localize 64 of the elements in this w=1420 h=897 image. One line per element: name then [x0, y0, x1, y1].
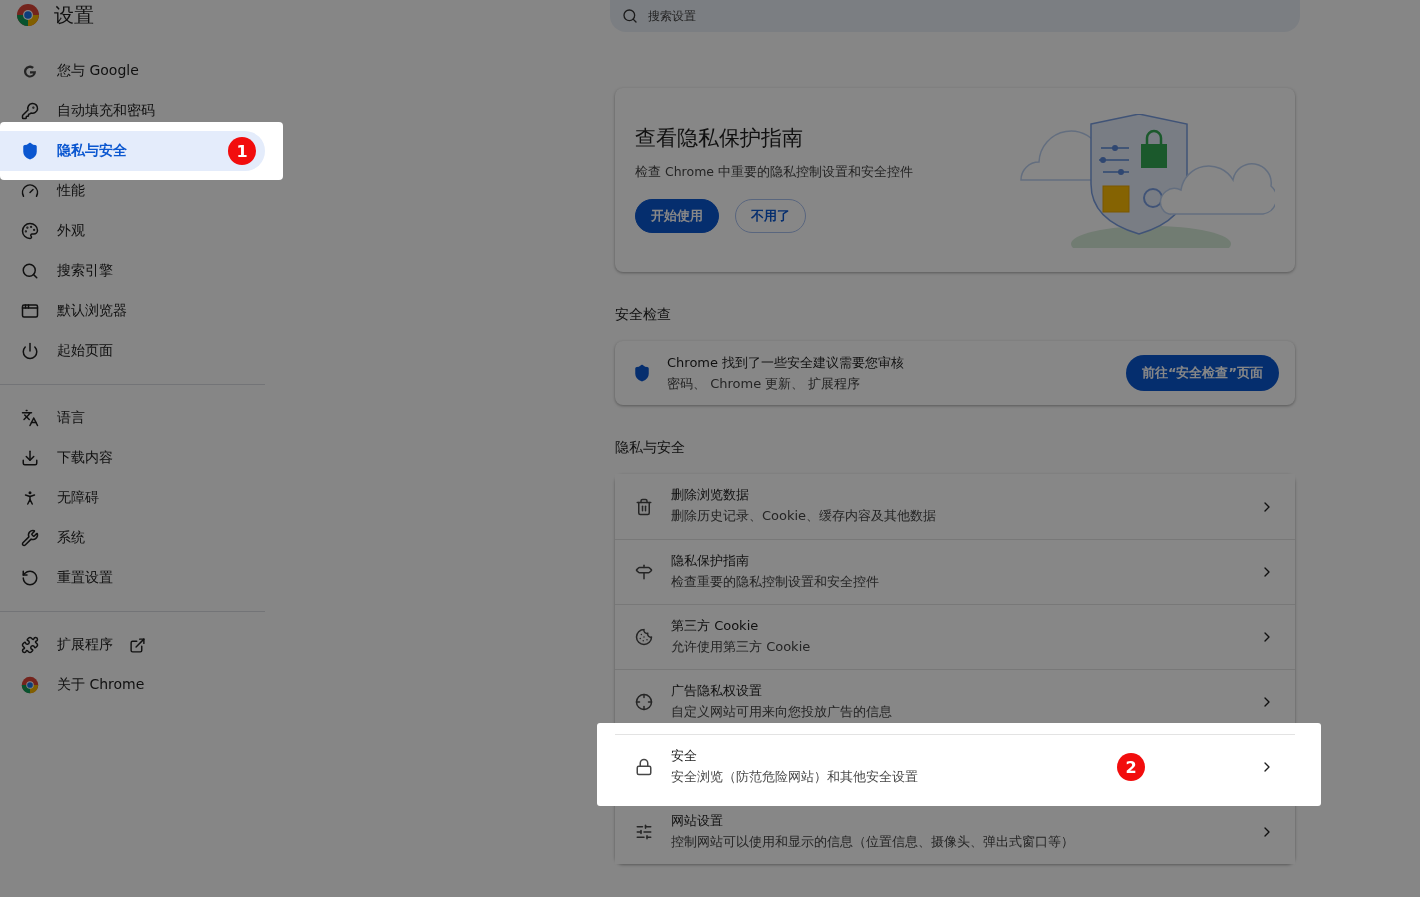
- section-heading: 隐私与安全: [615, 439, 686, 457]
- external-link-icon: [129, 636, 146, 654]
- lock-icon: [635, 758, 653, 776]
- chrome-logo: [16, 3, 40, 27]
- step-badge: 1: [228, 137, 256, 165]
- sidebar-item[interactable]: 您与 Google: [0, 51, 265, 91]
- sidebar-item[interactable]: 语言: [0, 398, 265, 438]
- shield-icon: [633, 364, 651, 382]
- sidebar-item[interactable]: 重置设置: [0, 558, 265, 598]
- search-input[interactable]: 搜索设置: [646, 8, 1288, 24]
- translate-icon: [21, 409, 39, 427]
- row-title: 广告隐私权设置: [671, 681, 763, 700]
- page-title: 设置: [54, 1, 94, 29]
- sidebar-item[interactable]: 下载内容: [0, 438, 265, 478]
- row-title: 删除浏览数据: [671, 486, 750, 504]
- row-subtitle: 控制网站可以使用和显示的信息（位置信息、摄像头、弹出式窗口等）: [671, 832, 1075, 851]
- step-badge: 2: [1117, 753, 1145, 781]
- card-title: 查看隐私保护指南: [635, 125, 804, 152]
- sidebar-item[interactable]: 起始页面: [0, 331, 265, 371]
- row-subtitle: 检查重要的隐私控制设置和安全控件: [671, 572, 880, 591]
- signpost-icon: [635, 563, 653, 581]
- sidebar-item[interactable]: 隐私与安全 1: [0, 131, 265, 171]
- puzzle-icon: [21, 636, 39, 654]
- row-subtitle: 删除历史记录、Cookie、缓存内容及其他数据: [671, 507, 938, 525]
- wrench-icon: [21, 529, 39, 547]
- row-title: 第三方 Cookie: [671, 616, 760, 635]
- reset-icon: [21, 569, 39, 587]
- cookie-icon: [635, 628, 653, 646]
- sidebar-item[interactable]: 无障碍: [0, 478, 265, 518]
- key-icon: [21, 102, 39, 120]
- sidebar-item[interactable]: 关于 Chrome: [0, 665, 265, 705]
- sidebar-item[interactable]: 搜索引擎: [0, 251, 265, 291]
- search-icon: [21, 262, 39, 280]
- card-description: 检查 Chrome 中重要的隐私控制设置和安全控件: [635, 164, 913, 181]
- window-icon: [21, 302, 39, 320]
- power-icon: [21, 342, 39, 360]
- start-button[interactable]: 开始使用: [635, 199, 719, 233]
- gauge-icon: [21, 182, 39, 200]
- settings-row[interactable]: 隐私保护指南 检查重要的隐私控制设置和安全控件: [615, 539, 1295, 604]
- safety-check-button[interactable]: 前往“安全检查”页面: [1125, 355, 1279, 391]
- shield-icon: [21, 142, 39, 160]
- row-subtitle: 允许使用第三方 Cookie: [671, 637, 812, 656]
- sidebar-item[interactable]: 扩展程序: [0, 625, 265, 665]
- sidebar-item[interactable]: 系统: [0, 518, 265, 558]
- dismiss-button[interactable]: 不用了: [735, 199, 806, 233]
- sidebar-item[interactable]: 外观: [0, 211, 265, 251]
- sliders-icon: [635, 823, 653, 841]
- settings-row[interactable]: 删除浏览数据 删除历史记录、Cookie、缓存内容及其他数据: [615, 474, 1295, 539]
- search-field[interactable]: 搜索设置: [610, 0, 1300, 32]
- trash-icon: [635, 497, 653, 516]
- palette-icon: [21, 222, 39, 240]
- download-icon: [21, 449, 39, 467]
- settings-row[interactable]: 第三方 Cookie 允许使用第三方 Cookie: [615, 604, 1295, 669]
- search-icon: [622, 8, 638, 24]
- row-subtitle: 自定义网站可用来向您投放广告的信息: [671, 702, 893, 721]
- section-heading: 安全检查: [615, 306, 672, 324]
- target-icon: [635, 693, 653, 711]
- row-title: 网站设置: [671, 811, 724, 830]
- safety-title: Chrome 找到了一些安全建议需要您审核: [667, 353, 906, 372]
- chrome-logo-icon: [21, 676, 39, 694]
- row-title: 安全: [671, 746, 698, 765]
- sidebar-item[interactable]: 默认浏览器: [0, 291, 265, 331]
- safety-description: 密码、 Chrome 更新、 扩展程序: [667, 374, 862, 393]
- row-title: 隐私保护指南: [671, 551, 750, 570]
